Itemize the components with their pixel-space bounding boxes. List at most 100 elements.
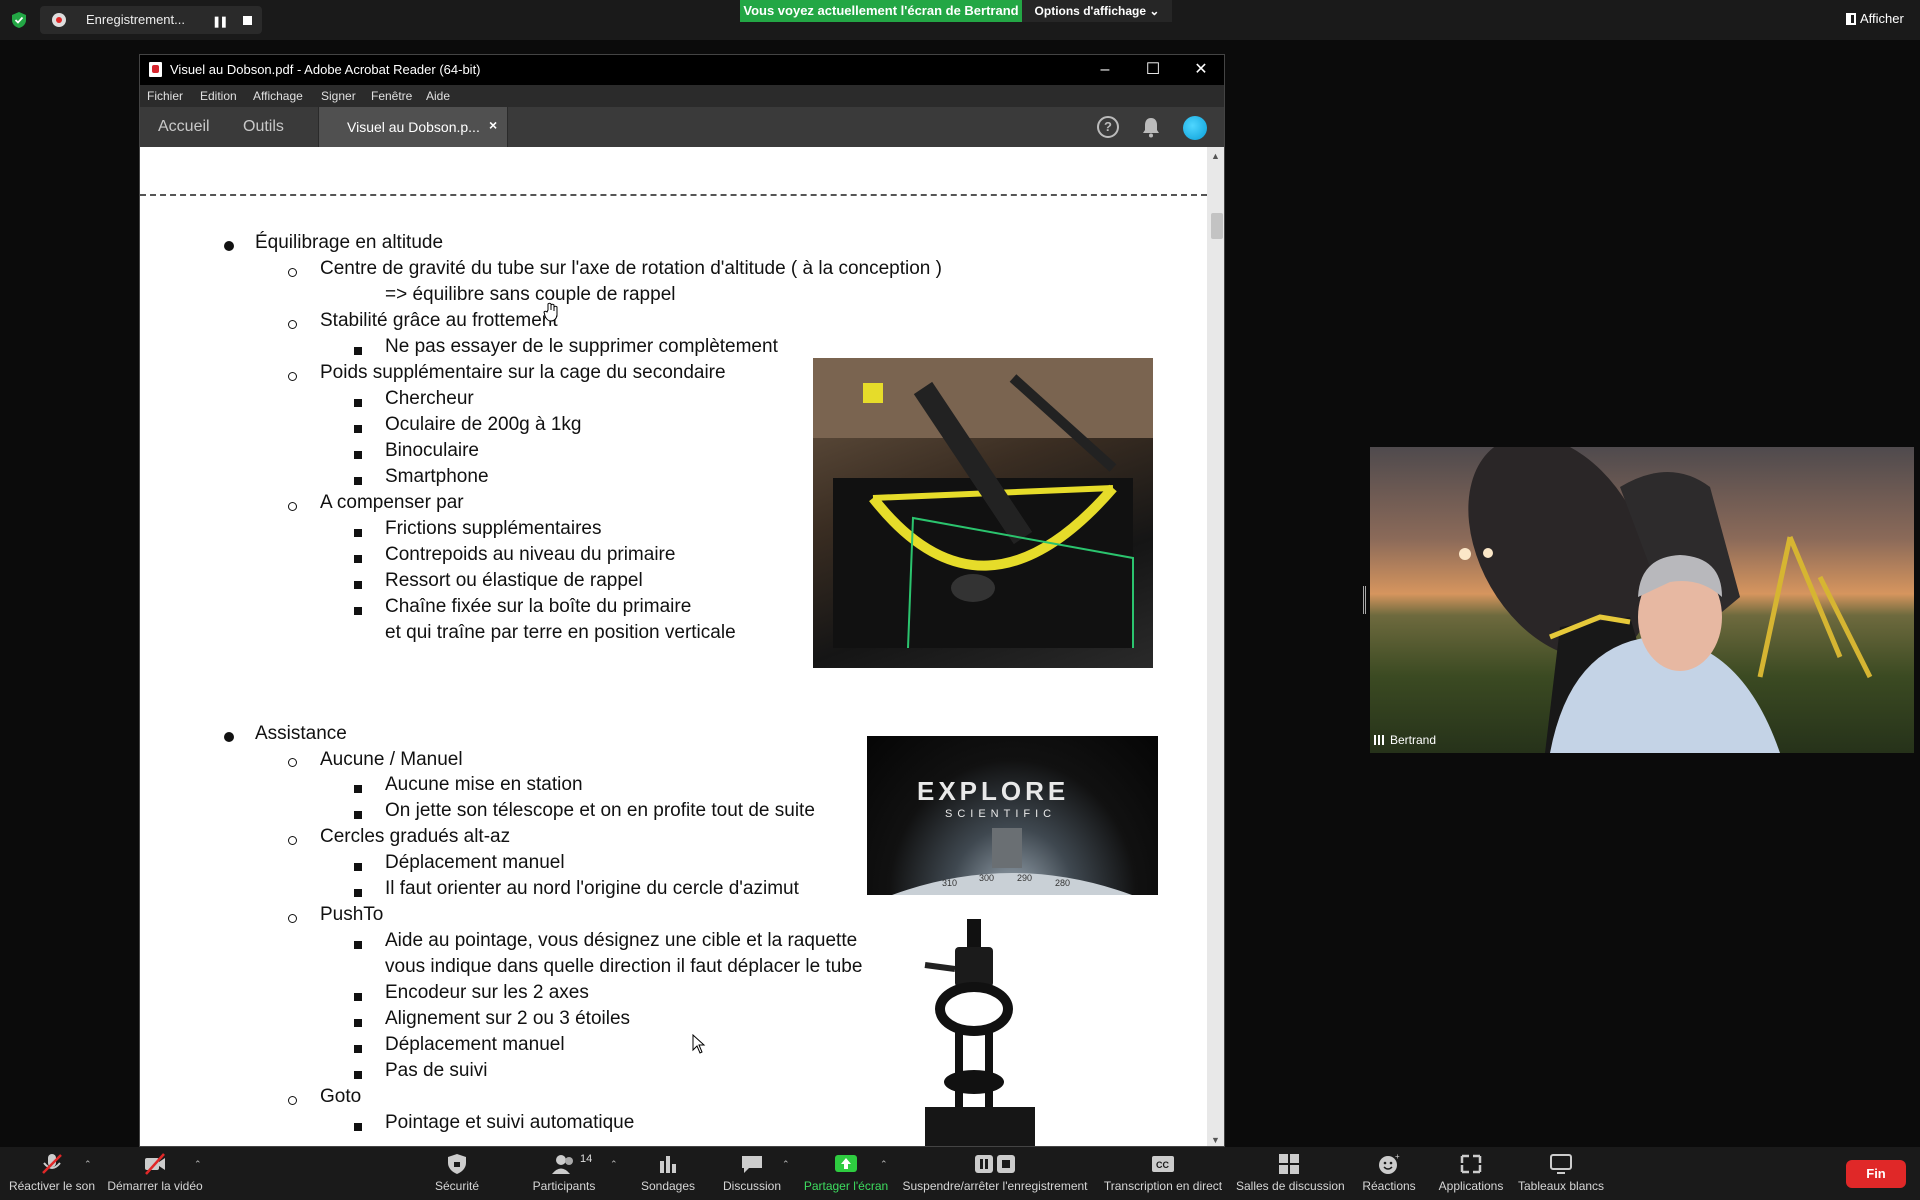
pause-recording-icon[interactable]: ❚❚ bbox=[212, 15, 229, 28]
scroll-down-icon[interactable]: ▼ bbox=[1211, 1135, 1220, 1145]
close-window-button[interactable]: ✕ bbox=[1178, 57, 1224, 83]
menu-signer[interactable]: Signer bbox=[321, 89, 356, 103]
unmute-button[interactable]: Réactiver le son bbox=[4, 1147, 100, 1200]
share-screen-button[interactable]: Partager l'écran bbox=[800, 1147, 892, 1200]
window-title: Visuel au Dobson.pdf - Adobe Acrobat Rea… bbox=[170, 62, 481, 77]
bullet-level-3 bbox=[354, 811, 362, 819]
bullet-level-2 bbox=[288, 372, 297, 381]
reactions-button[interactable]: + Réactions bbox=[1356, 1147, 1422, 1200]
scroll-up-icon[interactable]: ▲ bbox=[1211, 151, 1220, 161]
minimize-button[interactable]: – bbox=[1082, 57, 1128, 83]
setting-circle-photo: EXPLORE SCIENTIFIC 310 300 290 280 bbox=[867, 736, 1158, 895]
bullet-level-2 bbox=[288, 758, 297, 767]
acrobat-icon bbox=[149, 62, 162, 77]
end-meeting-button[interactable]: Fin bbox=[1846, 1160, 1906, 1188]
menu-edition[interactable]: Edition bbox=[200, 89, 237, 103]
polls-chart-icon bbox=[660, 1156, 676, 1173]
show-button[interactable]: Afficher bbox=[1846, 11, 1904, 26]
polls-button[interactable]: Sondages bbox=[633, 1147, 703, 1200]
participant-video[interactable]: Bertrand bbox=[1370, 447, 1914, 753]
live-transcription-label: Transcription en direct bbox=[1103, 1179, 1223, 1193]
doc-line: Smartphone bbox=[385, 466, 489, 487]
account-avatar-icon[interactable] bbox=[1183, 116, 1207, 140]
help-icon[interactable]: ? bbox=[1097, 116, 1119, 138]
bullet-level-3 bbox=[354, 555, 362, 563]
start-video-button[interactable]: Démarrer la vidéo bbox=[104, 1147, 206, 1200]
menu-fenetre[interactable]: Fenêtre bbox=[371, 89, 412, 103]
doc-line: Aide au pointage, vous désignez une cibl… bbox=[385, 930, 858, 951]
video-options-caret-icon[interactable]: ⌃ bbox=[194, 1159, 202, 1170]
chevron-down-icon: ⌄ bbox=[1149, 4, 1160, 18]
doc-line: Chaîne fixée sur la boîte du primaire bbox=[385, 596, 692, 617]
bullet-level-2 bbox=[288, 1096, 297, 1105]
tab-document[interactable]: Visuel au Dobson.p... × bbox=[318, 107, 508, 147]
menu-fichier[interactable]: Fichier bbox=[147, 89, 183, 103]
mount-illustration bbox=[924, 919, 1035, 1146]
notification-bell-icon[interactable] bbox=[1141, 116, 1161, 138]
share-screen-caret-icon[interactable]: ⌃ bbox=[880, 1159, 888, 1170]
view-options-button[interactable]: Options d'affichage ⌄ bbox=[1022, 0, 1172, 22]
view-options-label: Options d'affichage bbox=[1034, 4, 1147, 18]
bullet-level-3 bbox=[354, 581, 362, 589]
doc-line: Ne pas essayer de le supprimer complètem… bbox=[385, 336, 778, 357]
bullet-level-3 bbox=[354, 425, 362, 433]
tab-tools[interactable]: Outils bbox=[243, 118, 284, 136]
video-camera-off-icon bbox=[145, 1153, 165, 1175]
bullet-level-2 bbox=[288, 836, 297, 845]
bullet-level-1 bbox=[224, 241, 234, 251]
participants-button[interactable]: 14 Participants bbox=[526, 1147, 602, 1200]
pause-stop-recording-icon bbox=[975, 1155, 1015, 1173]
doc-line: Cercles gradués alt-az bbox=[320, 826, 511, 847]
doc-line: et qui traîne par terre en position vert… bbox=[385, 622, 736, 643]
recording-control-button[interactable]: Suspendre/arrêter l'enregistrement bbox=[902, 1147, 1088, 1200]
start-video-label: Démarrer la vidéo bbox=[107, 1179, 203, 1193]
svg-text:CC: CC bbox=[1156, 1160, 1169, 1170]
bullet-level-3 bbox=[354, 993, 362, 1001]
shield-icon bbox=[12, 12, 26, 28]
tab-home[interactable]: Accueil bbox=[158, 118, 210, 136]
chat-caret-icon[interactable]: ⌃ bbox=[782, 1159, 790, 1170]
dobson-telescope-photo bbox=[813, 358, 1153, 668]
signal-strength-icon bbox=[1374, 735, 1386, 745]
doc-line: PushTo bbox=[320, 904, 384, 925]
participants-icon bbox=[552, 1155, 573, 1174]
doc-line: Contrepoids au niveau du primaire bbox=[385, 544, 676, 565]
menu-aide[interactable]: Aide bbox=[426, 89, 450, 103]
bullet-level-3 bbox=[354, 347, 362, 355]
breakout-rooms-grid-icon bbox=[1279, 1154, 1299, 1174]
meeting-toolbar: Réactiver le son ⌃ Démarrer la vidéo ⌃ S… bbox=[0, 1147, 1920, 1200]
security-button[interactable]: Sécurité bbox=[424, 1147, 490, 1200]
doc-line: => équilibre sans couple de rappel bbox=[385, 284, 676, 305]
close-tab-icon[interactable]: × bbox=[489, 117, 497, 133]
dial-tick-label: 280 bbox=[1055, 878, 1070, 888]
doc-line: Aucune mise en station bbox=[385, 774, 583, 795]
reactions-smiley-icon: + bbox=[1379, 1153, 1400, 1174]
telescope-illustration bbox=[813, 358, 1153, 649]
breakout-rooms-button[interactable]: Salles de discussion bbox=[1236, 1147, 1345, 1200]
participants-caret-icon[interactable]: ⌃ bbox=[610, 1159, 618, 1170]
recording-label: Enregistrement... bbox=[86, 12, 185, 27]
bullet-level-3 bbox=[354, 1071, 362, 1079]
panel-resize-handle[interactable] bbox=[1363, 586, 1366, 614]
screen-share-banner: Vous voyez actuellement l'écran de Bertr… bbox=[740, 0, 1022, 22]
maximize-button[interactable]: ☐ bbox=[1130, 57, 1176, 83]
scrollbar-thumb[interactable] bbox=[1211, 213, 1223, 239]
chat-button[interactable]: Discussion bbox=[716, 1147, 788, 1200]
doc-line: vous indique dans quelle direction il fa… bbox=[385, 956, 863, 977]
menu-affichage[interactable]: Affichage bbox=[253, 89, 303, 103]
whiteboards-button[interactable]: Tableaux blancs bbox=[1518, 1147, 1604, 1200]
bullet-level-3 bbox=[354, 941, 362, 949]
bullet-level-3 bbox=[354, 399, 362, 407]
pdf-page[interactable]: Équilibrage en altitude Centre de gravit… bbox=[140, 147, 1207, 1146]
dial-tick-label: 310 bbox=[942, 878, 957, 888]
live-transcription-button[interactable]: CC Transcription en direct bbox=[1102, 1147, 1224, 1200]
breakout-rooms-label: Salles de discussion bbox=[1236, 1179, 1345, 1193]
vertical-scrollbar[interactable]: ▲ ▼ bbox=[1207, 147, 1224, 1146]
recording-indicator[interactable]: Enregistrement... ❚❚ bbox=[40, 6, 262, 34]
window-titlebar: Visuel au Dobson.pdf - Adobe Acrobat Rea… bbox=[140, 55, 1224, 85]
stop-recording-icon[interactable] bbox=[243, 16, 252, 25]
audio-options-caret-icon[interactable]: ⌃ bbox=[84, 1159, 92, 1170]
applications-button[interactable]: Applications bbox=[1434, 1147, 1508, 1200]
doc-line: Pointage et suivi automatique bbox=[385, 1112, 635, 1133]
page-break-divider bbox=[140, 194, 1207, 196]
